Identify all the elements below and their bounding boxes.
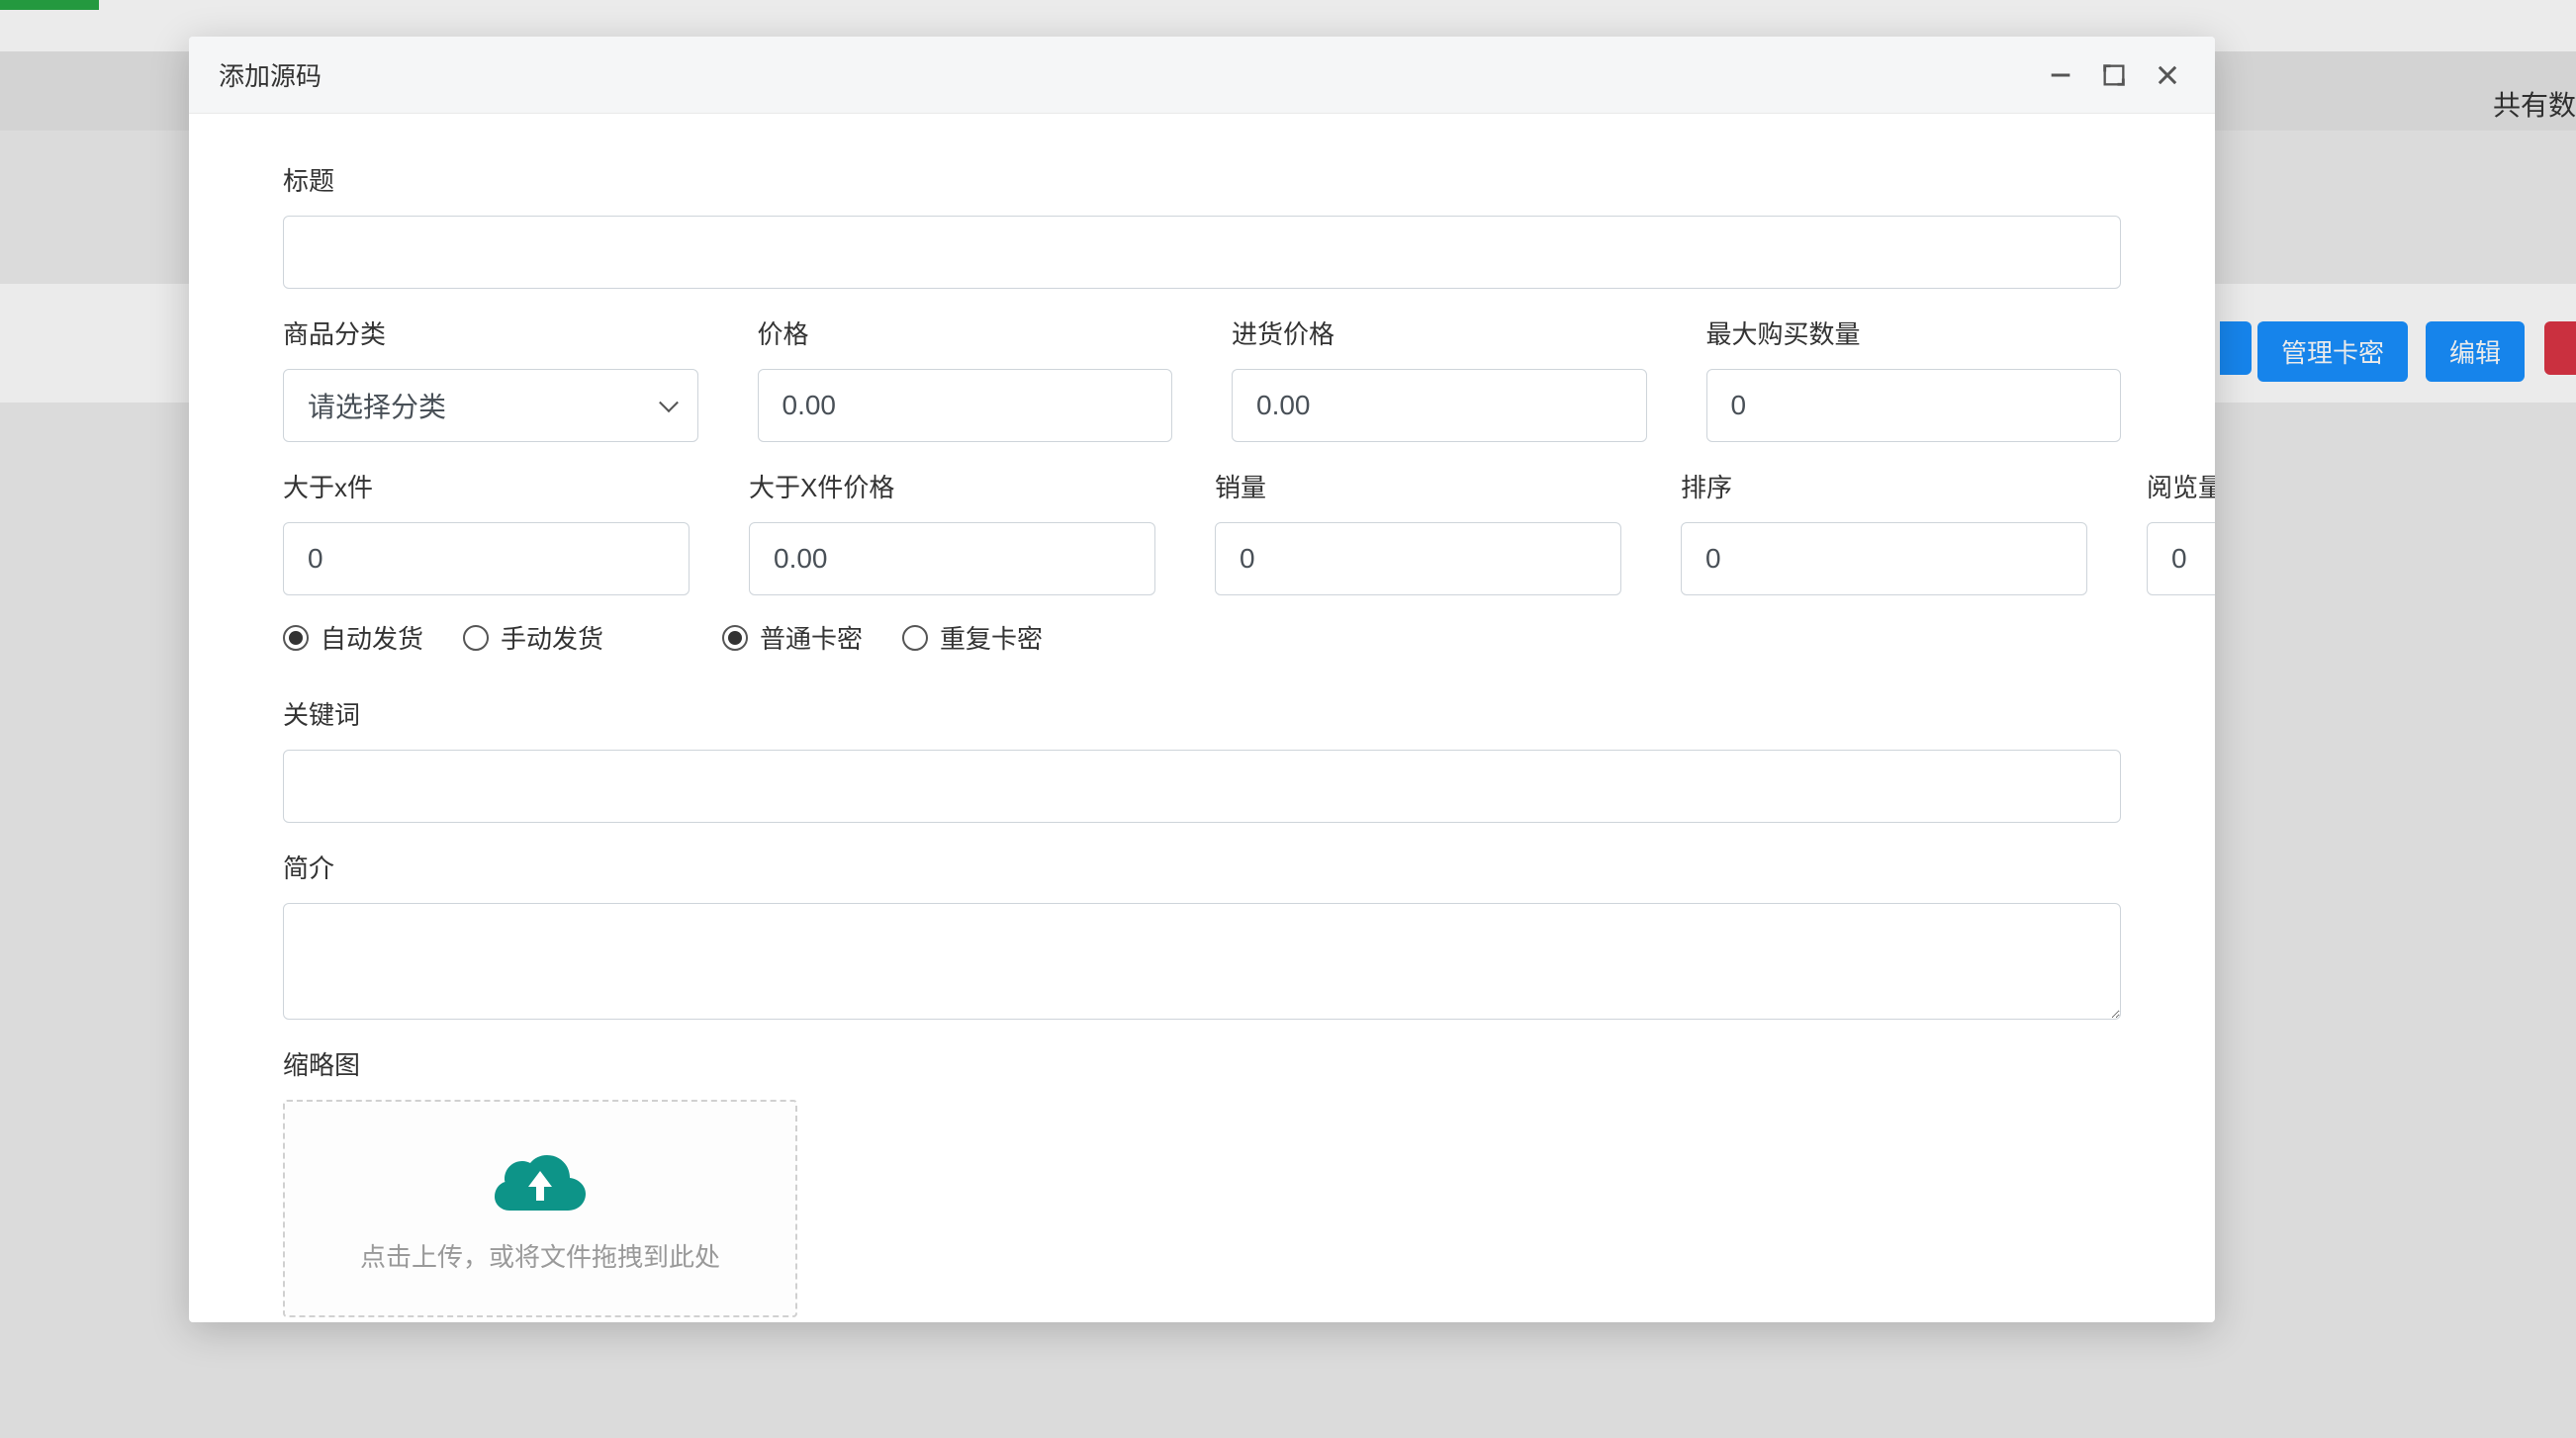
- auto-ship-label: 自动发货: [321, 619, 423, 656]
- minimize-button[interactable]: [2043, 57, 2078, 93]
- purchase-price-label: 进货价格: [1232, 315, 1647, 351]
- manual-ship-radio[interactable]: 手动发货: [463, 619, 603, 656]
- modal-header: 添加源码: [189, 37, 2215, 114]
- manual-ship-label: 手动发货: [501, 619, 603, 656]
- views-label: 阅览量: [2147, 468, 2215, 504]
- normal-card-label: 普通卡密: [760, 619, 863, 656]
- keyword-label: 关键词: [283, 695, 2121, 732]
- gtx-input[interactable]: [283, 522, 690, 595]
- radio-icon: [463, 625, 489, 651]
- category-placeholder: 请选择分类: [308, 386, 446, 425]
- maximize-icon: [2100, 61, 2128, 89]
- radio-icon: [283, 625, 309, 651]
- gtx-price-input[interactable]: [749, 522, 1155, 595]
- modal-actions: [2043, 57, 2185, 93]
- gtx-price-label: 大于X件价格: [749, 468, 1155, 504]
- cloud-upload-icon: [491, 1143, 590, 1217]
- card-type-radio-group: 普通卡密 重复卡密: [722, 619, 1043, 656]
- max-buy-input[interactable]: [1706, 369, 2122, 442]
- upload-dropzone[interactable]: 点击上传，或将文件拖拽到此处: [283, 1100, 797, 1317]
- sort-label: 排序: [1681, 468, 2087, 504]
- modal-body: 标题 商品分类 请选择分类 价格 进货价格 最大购买数量: [189, 114, 2215, 1322]
- auto-ship-radio[interactable]: 自动发货: [283, 619, 423, 656]
- sales-label: 销量: [1215, 468, 1621, 504]
- repeat-card-radio[interactable]: 重复卡密: [902, 619, 1043, 656]
- shipping-radio-group: 自动发货 手动发货: [283, 619, 603, 656]
- close-button[interactable]: [2150, 57, 2185, 93]
- radio-icon: [902, 625, 928, 651]
- radio-icon: [722, 625, 748, 651]
- keyword-input[interactable]: [283, 750, 2121, 823]
- price-input[interactable]: [758, 369, 1173, 442]
- purchase-price-input[interactable]: [1232, 369, 1647, 442]
- max-buy-label: 最大购买数量: [1706, 315, 2122, 351]
- intro-label: 简介: [283, 849, 2121, 885]
- modal-title: 添加源码: [219, 56, 322, 93]
- intro-textarea[interactable]: [283, 903, 2121, 1020]
- close-icon: [2154, 61, 2181, 89]
- sales-input[interactable]: [1215, 522, 1621, 595]
- repeat-card-label: 重复卡密: [940, 619, 1043, 656]
- category-select[interactable]: 请选择分类: [283, 369, 698, 442]
- minimize-icon: [2047, 61, 2074, 89]
- gtx-label: 大于x件: [283, 468, 690, 504]
- title-label: 标题: [283, 161, 2121, 198]
- sort-input[interactable]: [1681, 522, 2087, 595]
- maximize-button[interactable]: [2096, 57, 2132, 93]
- category-label: 商品分类: [283, 315, 698, 351]
- normal-card-radio[interactable]: 普通卡密: [722, 619, 863, 656]
- add-source-modal: 添加源码 标题: [189, 37, 2215, 1322]
- thumb-label: 缩略图: [283, 1045, 797, 1082]
- views-input[interactable]: [2147, 522, 2215, 595]
- price-label: 价格: [758, 315, 1173, 351]
- upload-text: 点击上传，或将文件拖拽到此处: [360, 1237, 720, 1274]
- title-input[interactable]: [283, 216, 2121, 289]
